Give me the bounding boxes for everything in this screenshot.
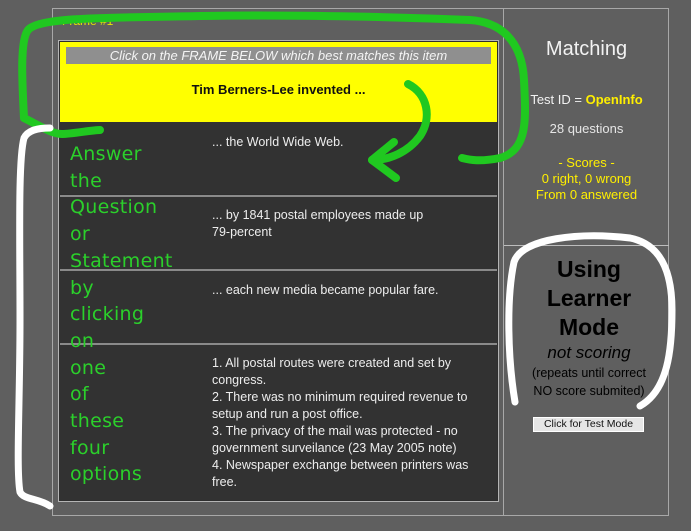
option-line: 79-percent [212,225,272,239]
sidebar-divider [503,8,504,516]
mode-title-line: Learner [546,285,632,311]
option-line: congress. [212,373,267,387]
mode-subtitle: not scoring [547,343,631,362]
test-id: Test ID = OpenInfo [504,92,669,107]
annotation-word: the [70,169,103,192]
white-bracket-stroke [14,124,54,510]
mode-title-line: Mode [558,314,620,340]
option-line: free. [212,475,238,489]
mode-note-line: NO score submited) [533,384,645,398]
annotation-word: four [70,436,110,459]
test-id-value: OpenInfo [585,92,643,107]
annotation-word: Question [70,196,158,219]
annotation-word: Statement [70,249,173,272]
mode-note-line: (repeats until correct [532,366,646,380]
mode-title-line: Using [557,256,621,282]
option-line: ... each new media became popular fare. [212,283,439,297]
option-line: ... by 1841 postal employees made up [212,208,424,222]
scores-heading: - Scores - [558,155,615,170]
option-line: government surveilance (23 May 2005 note… [212,441,457,455]
sidebar-separator [504,245,669,246]
option-line: 4. Newspaper exchange between printers w… [212,458,469,472]
sidebar-title: Matching [545,38,628,60]
scores-right-wrong: 0 right, 0 wrong [541,171,632,186]
question-count: 28 questions [549,121,624,136]
annotation-word: these [70,410,125,433]
answer-option-text: ... each new media became popular fare. [212,282,484,299]
annotation-word: of [70,383,89,406]
option-line: 2. There was no minimum required revenue… [212,390,468,404]
scores-block: - Scores - 0 right, 0 wrong From 0 answe… [504,155,669,202]
option-line: 3. The privacy of the mail was protected… [212,424,458,438]
answer-option-text: ... by 1841 postal employees made up 79-… [212,207,484,241]
annotation-word: or [70,223,91,246]
test-mode-button[interactable]: Click for Test Mode [533,417,644,432]
option-line: ... the World Wide Web. [212,135,344,149]
annotation-text: Answer the Question or Statement by clic… [70,141,180,488]
question-text: Tim Berners-Lee invented ... [191,82,366,97]
test-id-label: Test ID = [530,92,586,107]
mode-panel: Using Learner Mode not scoring (repeats … [516,255,662,399]
annotation-word: one [70,356,107,379]
option-line: setup and run a post office. [212,407,363,421]
answer-option-text: ... the World Wide Web. [212,134,484,151]
option-line: 1. All postal routes were created and se… [212,356,452,370]
answer-option-text: 1. All postal routes were created and se… [212,355,484,491]
annotation-word: on [70,329,95,352]
annotation-word: options [70,463,143,486]
scores-answered: From 0 answered [535,187,638,202]
annotation-word: clicking [70,303,145,326]
annotation-word: Answer [70,143,142,165]
instruction-bar: Click on the FRAME BELOW which best matc… [66,47,491,64]
annotation-word: by [70,276,94,299]
question-box: Click on the FRAME BELOW which best matc… [60,42,497,122]
frame-title: Frame #1 [62,14,114,28]
